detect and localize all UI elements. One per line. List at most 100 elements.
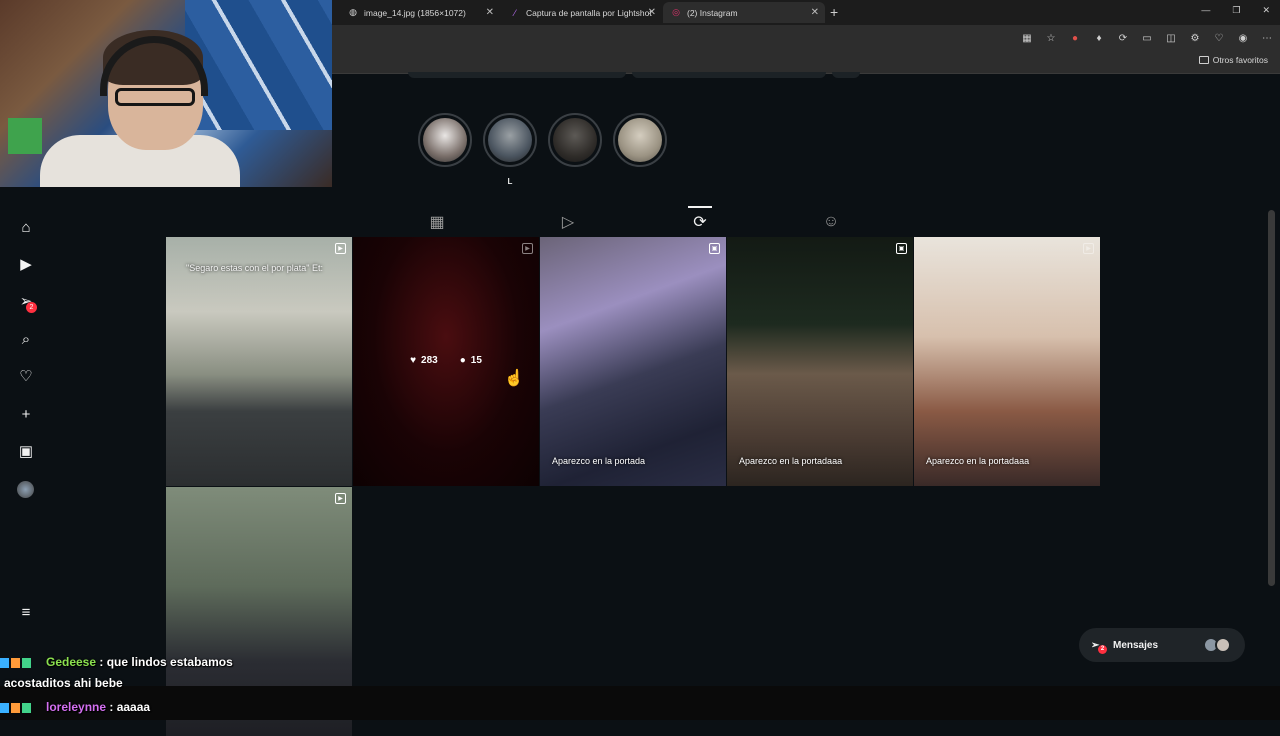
reel-icon: ▶	[1083, 243, 1094, 254]
other-favorites[interactable]: Otros favoritos	[1198, 55, 1268, 65]
profile-button[interactable]	[832, 72, 860, 78]
webcam-glasses	[115, 88, 195, 106]
star-icon[interactable]: ☆	[1044, 31, 1058, 45]
webcam-wall	[185, 0, 332, 130]
window-controls: — ❐ ✕	[1201, 5, 1270, 16]
hand-cursor-icon: ☝	[504, 370, 524, 387]
close-window-icon[interactable]: ✕	[1262, 5, 1270, 16]
chart-icon[interactable]: ▣	[17, 442, 35, 460]
highlight-label: L	[507, 177, 513, 186]
feather-icon: ⁄	[514, 7, 516, 18]
tagged-icon: ☺	[822, 213, 840, 230]
favorites-label: Otros favoritos	[1212, 55, 1268, 65]
tab-reposts[interactable]: ⟳	[688, 206, 712, 236]
profile-button[interactable]	[408, 72, 626, 78]
messages-badge: 2	[1098, 644, 1107, 654]
reel-icon: ▶	[522, 243, 533, 254]
chat-username: loreleynne	[46, 700, 107, 714]
story-highlights: L	[418, 113, 667, 186]
messages-button[interactable]: ➢ 2 Mensajes	[1079, 628, 1245, 662]
tab-title: image_14.jpg (1856×1072)	[364, 7, 466, 18]
extension-icon[interactable]: ●	[1068, 31, 1082, 45]
highlight-item[interactable]	[613, 113, 667, 167]
profile-avatar[interactable]	[17, 481, 34, 498]
highlight-cover	[423, 118, 467, 162]
grid-icon: ▦	[429, 214, 445, 231]
restore-icon[interactable]: ❐	[1232, 5, 1240, 16]
webcam-overlay	[0, 0, 332, 187]
highlight-item[interactable]	[548, 113, 602, 167]
profile-button[interactable]	[632, 72, 826, 78]
tab-reels[interactable]: ▷	[556, 208, 580, 236]
chat-text: : que lindos estabamos	[96, 655, 233, 669]
chat-badges-icon	[0, 702, 42, 713]
post-tile[interactable]: ▶ "Segaro estas con el por plata" Et:	[166, 237, 352, 486]
more-icon[interactable]: ⋯	[1260, 31, 1274, 45]
tab-instagram[interactable]: ◎ (2) Instagram ✕	[663, 2, 825, 23]
close-icon[interactable]: ✕	[648, 7, 656, 18]
tab-tagged[interactable]: ☺	[819, 208, 843, 236]
post-tile[interactable]: ▶ Aparezco en la portadaaa	[914, 237, 1100, 486]
tab-lightshot[interactable]: ⁄ Captura de pantalla por Lightshot ✕	[502, 2, 662, 23]
heart-icon[interactable]: ♡	[17, 367, 35, 385]
post-overlay-text: "Segaro estas con el por plata" Et:	[186, 263, 323, 273]
profile-icon[interactable]: ◉	[1236, 31, 1250, 45]
settings-icon[interactable]: ⚙	[1188, 31, 1202, 45]
instagram-icon: ◎	[672, 7, 680, 17]
new-tab-button[interactable]: +	[830, 4, 838, 20]
health-icon[interactable]: ♡	[1212, 31, 1226, 45]
messages-label: Mensajes	[1113, 639, 1159, 651]
tab-title: (2) Instagram	[687, 7, 738, 18]
post-caption: Aparezco en la portada	[552, 456, 646, 466]
cast-icon[interactable]: ▭	[1140, 31, 1154, 45]
post-stats: ♥ 283 ● 15	[353, 355, 539, 366]
close-icon[interactable]: ✕	[486, 7, 494, 18]
reel-icon: ▶	[335, 493, 346, 504]
repost-icon: ⟳	[693, 214, 707, 231]
heart-icon: ♥	[410, 355, 417, 366]
messages-badge: 2	[26, 302, 37, 313]
grid-icon[interactable]: ▦	[1020, 31, 1034, 45]
globe-icon: ◍	[349, 7, 357, 17]
chat-message: loreleynne : aaaaa	[0, 700, 150, 714]
highlight-cover	[618, 118, 662, 162]
pin-icon[interactable]: ♦	[1092, 31, 1106, 45]
plus-icon[interactable]: +	[17, 405, 35, 423]
chat-text: : aaaaa	[106, 700, 151, 714]
reels-icon[interactable]: ▶	[17, 255, 35, 273]
comments-count: 15	[470, 355, 482, 366]
reels-icon: ▷	[561, 214, 575, 231]
chat-message-continued: acostaditos ahi bebe	[4, 676, 123, 690]
tab-posts[interactable]: ▦	[425, 208, 449, 236]
comment-icon: ●	[459, 355, 466, 366]
highlight-cover	[553, 118, 597, 162]
folder-icon	[1198, 56, 1209, 64]
page-scrollbar[interactable]	[1268, 210, 1275, 586]
post-tile[interactable]: ▣ Aparezco en la portada	[540, 237, 726, 486]
browser-toolbar: ▦ ☆ ● ♦ ⟳ ▭ ◫ ⚙ ♡ ◉ ⋯	[1020, 31, 1274, 45]
chat-username: Gedeese	[46, 655, 97, 669]
search-icon[interactable]: ⌕	[17, 330, 35, 348]
refresh-extension-icon[interactable]: ⟳	[1116, 31, 1130, 45]
post-caption: Aparezco en la portadaaa	[739, 456, 843, 466]
highlight-item[interactable]: L	[483, 113, 537, 186]
split-icon[interactable]: ◫	[1164, 31, 1178, 45]
home-icon[interactable]: ⌂	[17, 218, 35, 236]
message-avatars	[1203, 637, 1233, 653]
post-tile[interactable]: ▶ ♥ 283 ● 15	[353, 237, 539, 486]
likes-count: 283	[421, 355, 438, 366]
avatar	[1215, 637, 1231, 653]
post-tile[interactable]: ▣ Aparezco en la portadaaa	[727, 237, 913, 486]
profile-tabs: ▦ ▷ ⟳ ☺	[166, 206, 1102, 236]
tab-title: Captura de pantalla por Lightshot	[526, 7, 652, 18]
chat-message: Gedeese : que lindos estabamos	[0, 655, 233, 669]
reel-icon: ▶	[335, 243, 346, 254]
chat-badges-icon	[0, 657, 42, 668]
close-icon[interactable]: ✕	[811, 7, 819, 18]
minimize-icon[interactable]: —	[1201, 5, 1210, 16]
carousel-icon: ▣	[896, 243, 907, 254]
tab-image[interactable]: ◍ image_14.jpg (1856×1072) ✕	[340, 2, 500, 23]
highlight-item[interactable]	[418, 113, 472, 167]
menu-icon[interactable]: ≡	[17, 603, 35, 621]
messages-icon: ➢ 2	[1091, 640, 1107, 654]
